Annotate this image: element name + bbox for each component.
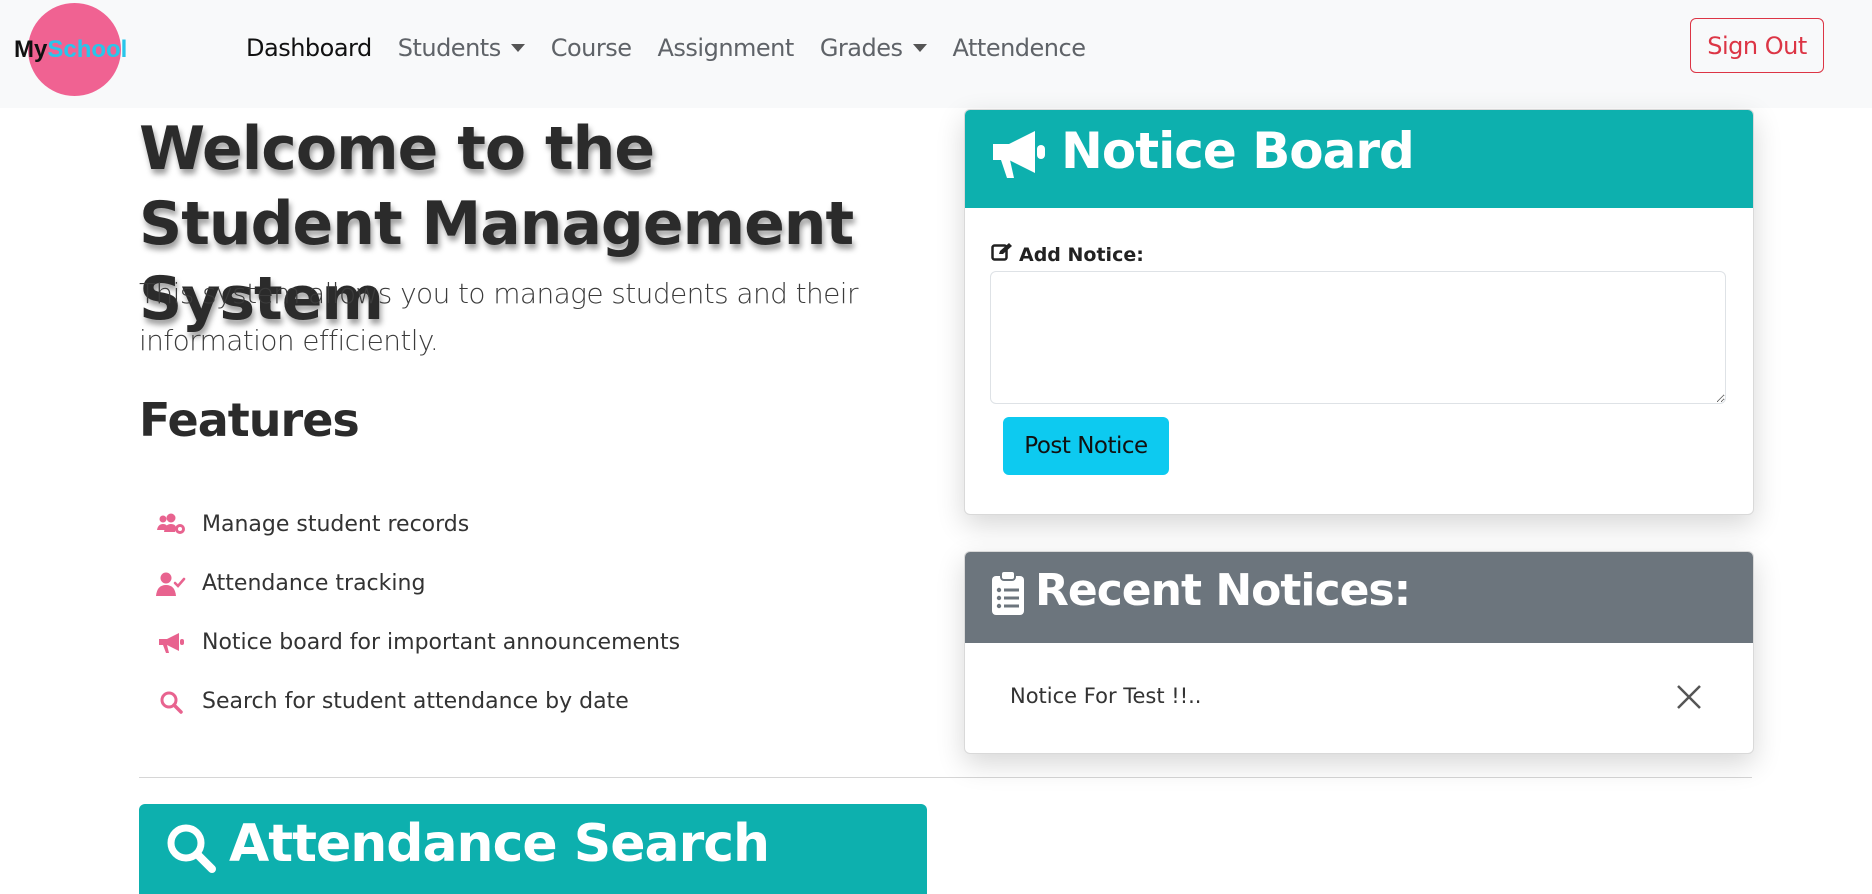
list-item: Notice board for important announcements [156, 613, 680, 672]
navbar: MySchool Dashboard Students Course Assig… [0, 0, 1872, 108]
attendance-search-card: Attendance Search [139, 804, 927, 894]
chevron-down-icon [510, 44, 525, 52]
hero-lead: This system allows you to manage student… [139, 277, 858, 357]
post-notice-button[interactable]: Post Notice [1003, 417, 1169, 475]
search-icon [156, 689, 186, 715]
search-icon [165, 822, 217, 878]
feature-label: Attendance tracking [202, 571, 426, 596]
brand-logo[interactable]: MySchool [14, 36, 127, 64]
feature-label: Manage student records [202, 512, 470, 537]
recent-notices-card: Recent Notices: Notice For Test !!.. [964, 551, 1754, 754]
nav-dashboard[interactable]: Dashboard [233, 30, 385, 66]
list-item: Manage student records [156, 495, 680, 554]
chevron-down-icon [912, 44, 927, 52]
megaphone-icon [989, 128, 1047, 186]
attendance-search-title: Attendance Search [229, 814, 770, 874]
notice-board-title: Notice Board [1061, 122, 1415, 180]
close-icon[interactable] [1675, 683, 1703, 711]
feature-list: Manage student records Attendance tracki… [156, 495, 680, 731]
nav-grades[interactable]: Grades [807, 30, 940, 66]
nav-links: Dashboard Students Course Assignment Gra… [233, 30, 1098, 66]
add-notice-label: Add Notice: [991, 242, 1144, 267]
recent-notices-title: Recent Notices: [1035, 565, 1411, 616]
notice-board-card: Notice Board Add Notice: Post Notice [964, 109, 1754, 515]
section-divider [139, 777, 1752, 778]
user-check-icon [156, 571, 186, 597]
list-item: Attendance tracking [156, 554, 680, 613]
notice-textarea[interactable] [990, 271, 1726, 404]
nav-assignment[interactable]: Assignment [645, 30, 807, 66]
features-heading: Features [139, 393, 360, 447]
edit-icon [991, 242, 1013, 267]
recent-notices-header: Recent Notices: [965, 552, 1753, 643]
nav-course[interactable]: Course [538, 30, 645, 66]
notice-text: Notice For Test !!.. [1010, 684, 1202, 708]
list-item: Notice For Test !!.. [965, 643, 1753, 753]
megaphone-icon [156, 630, 186, 656]
clipboard-list-icon [991, 570, 1025, 620]
notice-board-header: Notice Board [965, 110, 1753, 208]
nav-attendence[interactable]: Attendence [940, 30, 1099, 66]
sign-out-button[interactable]: Sign Out [1690, 18, 1824, 73]
brand-school: School [47, 36, 128, 63]
list-item: Search for student attendance by date [156, 672, 680, 731]
nav-students[interactable]: Students [385, 30, 538, 66]
users-cog-icon [156, 512, 186, 538]
feature-label: Notice board for important announcements [202, 630, 681, 655]
feature-label: Search for student attendance by date [202, 689, 629, 714]
brand-my: My [14, 36, 48, 63]
